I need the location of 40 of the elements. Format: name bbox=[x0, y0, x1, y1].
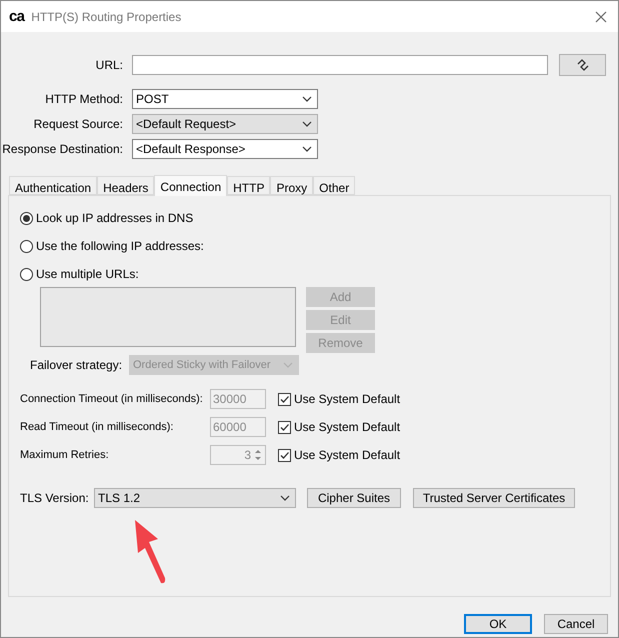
chevron-down-icon bbox=[280, 495, 290, 501]
dropdown[interactable]: TLS 1.2 bbox=[94, 488, 296, 508]
dialog-button[interactable]: OK bbox=[464, 614, 532, 634]
field-label: URL: bbox=[94, 57, 123, 74]
chevron-down-icon bbox=[283, 362, 293, 368]
logo-icon: ca bbox=[9, 9, 24, 24]
chevron-down-icon bbox=[302, 146, 312, 152]
link-button[interactable] bbox=[559, 54, 606, 76]
tab[interactable]: Proxy bbox=[270, 176, 314, 195]
field-label: Read Timeout (in milliseconds): bbox=[20, 420, 174, 435]
dropdown[interactable]: <Default Response> bbox=[132, 139, 318, 159]
field-label: Maximum Retries: bbox=[20, 448, 110, 463]
dialog-button[interactable]: Cancel bbox=[544, 614, 608, 634]
field-label: Request Source: bbox=[32, 116, 123, 133]
field-label: HTTP Method: bbox=[44, 91, 123, 108]
tab[interactable]: Headers bbox=[97, 176, 154, 195]
checkbox-label: Use System Default bbox=[294, 391, 400, 408]
dialog-action-button[interactable]: Trusted Server Certificates bbox=[413, 488, 575, 508]
window-title: HTTP(S) Routing Properties bbox=[31, 8, 182, 26]
checkbox-label: Use System Default bbox=[294, 419, 400, 436]
url-field[interactable] bbox=[132, 55, 548, 75]
tab[interactable]: Connection bbox=[154, 175, 228, 196]
field-label: Connection Timeout (in milliseconds): bbox=[20, 392, 204, 407]
link-icon bbox=[576, 58, 590, 72]
field-label: Failover strategy: bbox=[30, 357, 124, 374]
field-label: TLS Version: bbox=[20, 490, 90, 507]
checkbox-label: Use System Default bbox=[294, 447, 400, 464]
close-icon[interactable] bbox=[595, 10, 607, 22]
tab[interactable]: Authentication bbox=[9, 176, 98, 195]
chevron-down-icon bbox=[302, 96, 312, 102]
radio-option[interactable]: Use multiple URLs: bbox=[20, 265, 599, 283]
chevron-down-icon bbox=[302, 121, 312, 127]
field-label: Response Destination: bbox=[1, 141, 123, 158]
radio-option[interactable]: Look up IP addresses in DNS bbox=[20, 209, 599, 227]
dialog-action-button[interactable]: Cipher Suites bbox=[307, 488, 401, 508]
tab[interactable]: HTTP bbox=[227, 176, 270, 195]
dropdown[interactable]: <Default Request> bbox=[132, 114, 318, 134]
tab[interactable]: Other bbox=[313, 176, 356, 195]
dropdown[interactable]: POST bbox=[132, 89, 318, 109]
radio-option[interactable]: Use the following IP addresses: bbox=[20, 237, 599, 255]
